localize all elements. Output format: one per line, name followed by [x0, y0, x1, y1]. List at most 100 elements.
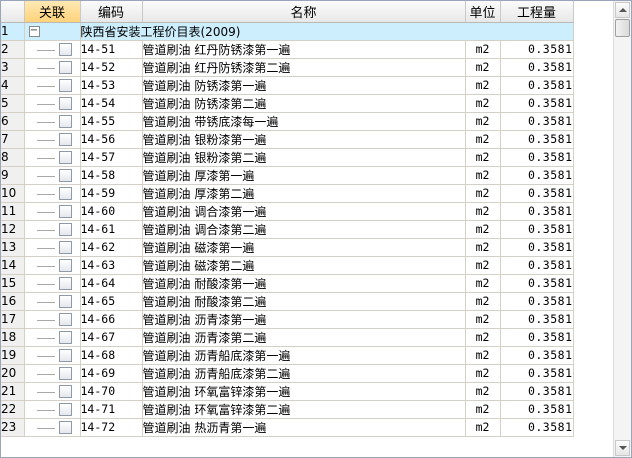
table-row[interactable]: 3 14-52 管道刷油 红丹防锈漆第二遍 m2 0.3581 — [1, 58, 574, 77]
code-cell: 14-54 — [80, 94, 143, 113]
name-cell: 管道刷油 红丹防锈漆第一遍 — [142, 40, 466, 59]
table-row[interactable]: 2 14-51 管道刷油 红丹防锈漆第一遍 m2 0.3581 — [1, 40, 574, 59]
scroll-thumb[interactable] — [615, 19, 630, 37]
table-row[interactable]: 7 14-56 管道刷油 银粉漆第一遍 m2 0.3581 — [1, 130, 574, 149]
row-number: 18 — [1, 328, 25, 347]
qty-cell[interactable]: 0.3581 — [500, 220, 574, 239]
row-checkbox[interactable] — [58, 420, 72, 434]
qty-cell[interactable]: 0.3581 — [500, 58, 574, 77]
qty-cell[interactable]: 0.3581 — [500, 238, 574, 257]
tree-connector — [36, 139, 55, 141]
row-checkbox[interactable] — [58, 366, 72, 380]
table-row[interactable]: 12 14-61 管道刷油 调合漆第二遍 m2 0.3581 — [1, 220, 574, 239]
table-row[interactable]: 22 14-71 管道刷油 环氧富锌漆第二遍 m2 0.3581 — [1, 400, 574, 419]
qty-cell[interactable]: 0.3581 — [500, 364, 574, 383]
column-header-unit[interactable]: 单位 — [465, 1, 501, 23]
qty-cell[interactable]: 0.3581 — [500, 256, 574, 275]
table-row[interactable]: 11 14-60 管道刷油 调合漆第一遍 m2 0.3581 — [1, 202, 574, 221]
row-checkbox[interactable] — [58, 276, 72, 290]
tree-connector — [36, 355, 55, 357]
row-checkbox[interactable] — [58, 204, 72, 218]
qty-cell[interactable]: 0.3581 — [500, 346, 574, 365]
tree-cell — [24, 202, 81, 221]
tree-cell — [24, 40, 81, 59]
table-row[interactable]: 10 14-59 管道刷油 厚漆第二遍 m2 0.3581 — [1, 184, 574, 203]
qty-cell[interactable]: 0.3581 — [500, 310, 574, 329]
table-row[interactable]: 18 14-67 管道刷油 沥青漆第二遍 m2 0.3581 — [1, 328, 574, 347]
row-checkbox[interactable] — [58, 330, 72, 344]
unit-cell: m2 — [465, 202, 501, 221]
row-checkbox[interactable] — [58, 294, 72, 308]
row-checkbox[interactable] — [58, 168, 72, 182]
row-checkbox[interactable] — [58, 150, 72, 164]
qty-cell[interactable]: 0.3581 — [500, 418, 574, 437]
unit-cell: m2 — [465, 418, 501, 437]
table-row[interactable]: 8 14-57 管道刷油 银粉漆第二遍 m2 0.3581 — [1, 148, 574, 167]
qty-cell[interactable]: 0.3581 — [500, 40, 574, 59]
group-row[interactable]: 1 − 陕西省安装工程价目表(2009) — [1, 22, 574, 41]
table-row[interactable]: 23 14-72 管道刷油 热沥青第一遍 m2 0.3581 — [1, 418, 574, 437]
row-checkbox[interactable] — [58, 42, 72, 56]
qty-cell[interactable]: 0.3581 — [500, 382, 574, 401]
row-checkbox[interactable] — [58, 132, 72, 146]
qty-cell[interactable]: 0.3581 — [500, 400, 574, 419]
table-row[interactable]: 21 14-70 管道刷油 环氧富锌漆第一遍 m2 0.3581 — [1, 382, 574, 401]
column-header-name[interactable]: 名称 — [142, 1, 466, 23]
table-row[interactable]: 15 14-64 管道刷油 耐酸漆第一遍 m2 0.3581 — [1, 274, 574, 293]
table-row[interactable]: 20 14-69 管道刷油 沥青船底漆第二遍 m2 0.3581 — [1, 364, 574, 383]
row-checkbox[interactable] — [58, 222, 72, 236]
row-checkbox[interactable] — [58, 114, 72, 128]
row-checkbox[interactable] — [58, 60, 72, 74]
collapse-icon[interactable]: − — [28, 25, 40, 37]
name-cell: 管道刷油 耐酸漆第二遍 — [142, 292, 466, 311]
qty-cell[interactable]: 0.3581 — [500, 328, 574, 347]
column-header-code[interactable]: 编码 — [80, 1, 143, 23]
qty-cell[interactable]: 0.3581 — [500, 76, 574, 95]
tree-cell — [24, 166, 81, 185]
row-number: 13 — [1, 238, 25, 257]
unit-cell: m2 — [465, 166, 501, 185]
row-checkbox[interactable] — [58, 240, 72, 254]
tree-cell — [24, 220, 81, 239]
tree-cell — [24, 382, 81, 401]
table-row[interactable]: 19 14-68 管道刷油 沥青船底漆第一遍 m2 0.3581 — [1, 346, 574, 365]
row-checkbox[interactable] — [58, 78, 72, 92]
row-checkbox[interactable] — [58, 186, 72, 200]
row-number: 12 — [1, 220, 25, 239]
qty-cell[interactable]: 0.3581 — [500, 202, 574, 221]
unit-cell: m2 — [465, 94, 501, 113]
table-row[interactable]: 16 14-65 管道刷油 耐酸漆第二遍 m2 0.3581 — [1, 292, 574, 311]
tree-cell — [24, 76, 81, 95]
column-header-assoc[interactable]: 关联 — [24, 1, 81, 23]
name-cell: 管道刷油 沥青漆第二遍 — [142, 328, 466, 347]
qty-cell[interactable]: 0.3581 — [500, 274, 574, 293]
row-checkbox[interactable] — [58, 384, 72, 398]
table-row[interactable]: 13 14-62 管道刷油 磁漆第一遍 m2 0.3581 — [1, 238, 574, 257]
table-row[interactable]: 17 14-66 管道刷油 沥青漆第一遍 m2 0.3581 — [1, 310, 574, 329]
column-header-qty[interactable]: 工程量 — [500, 1, 574, 23]
qty-cell[interactable]: 0.3581 — [500, 292, 574, 311]
tree-connector — [36, 229, 55, 231]
tree-connector — [36, 211, 55, 213]
qty-cell[interactable]: 0.3581 — [500, 130, 574, 149]
name-cell: 管道刷油 银粉漆第一遍 — [142, 130, 466, 149]
vertical-scrollbar[interactable] — [613, 1, 631, 457]
qty-cell[interactable]: 0.3581 — [500, 148, 574, 167]
qty-cell[interactable]: 0.3581 — [500, 166, 574, 185]
scroll-down-button[interactable] — [615, 440, 630, 456]
table-row[interactable]: 5 14-54 管道刷油 防锈漆第二遍 m2 0.3581 — [1, 94, 574, 113]
qty-cell[interactable]: 0.3581 — [500, 184, 574, 203]
row-checkbox[interactable] — [58, 258, 72, 272]
table-row[interactable]: 4 14-53 管道刷油 防锈漆第一遍 m2 0.3581 — [1, 76, 574, 95]
row-checkbox[interactable] — [58, 312, 72, 326]
table-row[interactable]: 6 14-55 管道刷油 带锈底漆每一遍 m2 0.3581 — [1, 112, 574, 131]
row-checkbox[interactable] — [58, 96, 72, 110]
qty-cell[interactable]: 0.3581 — [500, 94, 574, 113]
row-checkbox[interactable] — [58, 348, 72, 362]
qty-cell[interactable]: 0.3581 — [500, 112, 574, 131]
arrow-down-icon — [619, 446, 627, 450]
scroll-up-button[interactable] — [615, 2, 630, 18]
table-row[interactable]: 14 14-63 管道刷油 磁漆第二遍 m2 0.3581 — [1, 256, 574, 275]
table-row[interactable]: 9 14-58 管道刷油 厚漆第一遍 m2 0.3581 — [1, 166, 574, 185]
row-checkbox[interactable] — [58, 402, 72, 416]
